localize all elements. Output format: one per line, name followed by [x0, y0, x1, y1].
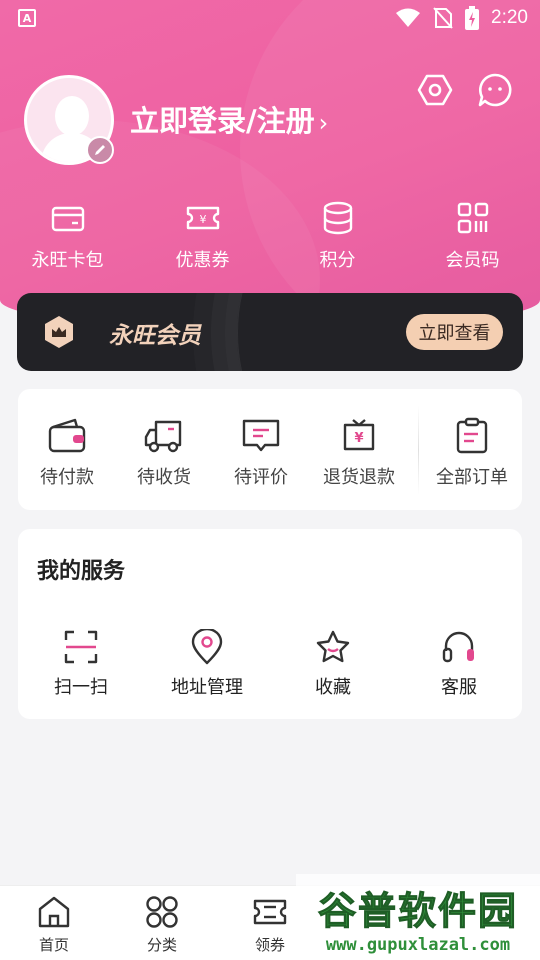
quick-link-points[interactable]: 积分 — [270, 200, 405, 272]
service-label: 客服 — [441, 677, 477, 698]
tab-label: 首页 — [38, 936, 69, 954]
service-favorites[interactable]: 收藏 — [270, 629, 396, 699]
service-label: 地址管理 — [171, 677, 243, 698]
order-label: 待付款 — [40, 467, 94, 488]
login-register-link[interactable]: 立即登录/注册 › — [130, 98, 328, 140]
service-label: 扫一扫 — [54, 677, 108, 698]
refund-icon: ¥ — [343, 419, 375, 451]
orders-divider — [418, 405, 419, 495]
service-label: 收藏 — [315, 677, 351, 698]
chat-bubble-icon — [478, 73, 512, 107]
quick-link-label: 积分 — [319, 250, 356, 271]
chevron-right-icon: › — [318, 109, 329, 137]
location-pin-icon — [191, 629, 223, 665]
points-database-icon — [323, 201, 352, 235]
service-scan[interactable]: 扫一扫 — [18, 629, 144, 699]
services-title: 我的服务 — [37, 559, 126, 584]
hexagon-settings-icon — [417, 74, 453, 106]
order-label: 待评价 — [234, 467, 288, 488]
quick-link-label: 优惠券 — [175, 250, 230, 271]
app-badge-icon: A — [18, 9, 36, 27]
view-member-button[interactable]: 立即查看 — [406, 314, 503, 350]
svg-text:¥: ¥ — [199, 213, 206, 226]
edit-avatar-button[interactable] — [86, 136, 114, 164]
scan-icon — [64, 630, 98, 664]
member-banner[interactable]: 永旺会员 立即查看 — [17, 293, 523, 371]
clock: 2:20 — [491, 7, 528, 28]
order-pending-receipt[interactable]: 待收货 — [115, 417, 213, 489]
order-label: 全部订单 — [436, 467, 508, 488]
home-icon — [38, 896, 70, 928]
order-pending-review[interactable]: 待评价 — [212, 417, 310, 489]
watermark-title: 谷普软件园 — [317, 888, 518, 933]
category-grid-icon — [146, 896, 178, 928]
watermark-url: www.gupuxlazal.com — [325, 934, 511, 955]
comment-icon — [242, 419, 280, 452]
svg-text:¥: ¥ — [354, 431, 363, 446]
member-title: 永旺会员 — [109, 323, 201, 349]
service-support[interactable]: 客服 — [396, 629, 522, 699]
quick-link-label: 会员码 — [445, 250, 500, 271]
member-code-icon — [457, 202, 488, 234]
service-address[interactable]: 地址管理 — [144, 629, 270, 699]
order-pending-payment[interactable]: 待付款 — [18, 417, 116, 489]
login-label: 立即登录/注册 — [130, 104, 315, 138]
truck-icon — [144, 420, 182, 453]
quick-link-coupons[interactable]: ¥ 优惠券 — [135, 200, 270, 272]
tab-categories[interactable]: 分类 — [108, 894, 216, 955]
coupon-icon: ¥ — [186, 206, 219, 230]
profile-header — [0, 0, 540, 330]
headset-icon — [442, 631, 474, 663]
wallet-icon — [48, 418, 86, 453]
status-bar: A 2:20 — [0, 0, 540, 36]
orders-card: 待付款 待收货 待评价 ¥ 退货退款 全部订单 — [18, 389, 522, 510]
messages-button[interactable] — [475, 70, 515, 110]
quick-link-card-wallet[interactable]: 永旺卡包 — [0, 200, 135, 272]
watermark: 谷普软件园 www.gupuxlazal.com — [296, 874, 540, 960]
order-label: 退货退款 — [323, 467, 395, 488]
tab-label: 领券 — [254, 936, 285, 954]
tab-home[interactable]: 首页 — [0, 894, 108, 955]
order-refunds[interactable]: ¥ 退货退款 — [310, 417, 408, 489]
services-card: 我的服务 扫一扫 地址管理 收藏 客服 — [18, 529, 522, 719]
clipboard-icon — [456, 417, 488, 454]
battery-charging-icon — [465, 6, 480, 30]
wifi-icon — [396, 8, 421, 27]
avatar-head — [55, 96, 89, 136]
quick-link-member-code[interactable]: 会员码 — [405, 200, 540, 272]
quick-link-label: 永旺卡包 — [31, 250, 104, 271]
order-label: 待收货 — [137, 467, 191, 488]
wallet-card-icon — [51, 206, 84, 232]
pencil-icon — [95, 145, 105, 155]
quick-links: 永旺卡包 ¥ 优惠券 积分 会员码 — [0, 200, 540, 272]
ticket-icon — [253, 899, 287, 925]
crown-hexagon-icon — [45, 316, 73, 348]
settings-button[interactable] — [415, 70, 455, 110]
order-all[interactable]: 全部订单 — [423, 417, 521, 489]
tab-label: 分类 — [146, 936, 177, 954]
star-icon — [316, 630, 350, 663]
no-sim-icon — [433, 7, 453, 29]
